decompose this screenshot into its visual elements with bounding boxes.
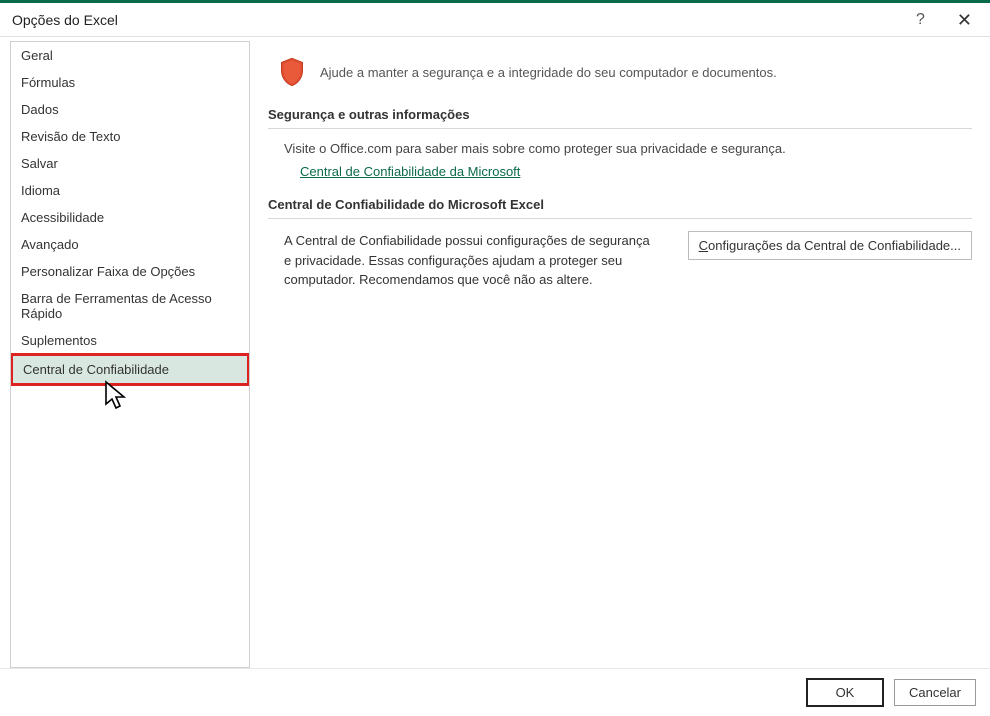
sidebar-item-accessibility[interactable]: Acessibilidade — [11, 204, 249, 231]
section-security-body: Visite o Office.com para saber mais sobr… — [268, 141, 972, 197]
footer: OK Cancelar — [0, 668, 990, 716]
sidebar-item-quick-access-toolbar[interactable]: Barra de Ferramentas de Acesso Rápido — [11, 285, 249, 327]
security-info-text: Visite o Office.com para saber mais sobr… — [284, 141, 972, 156]
sidebar-item-label: Geral — [21, 48, 53, 63]
sidebar-item-label: Idioma — [21, 183, 60, 198]
sidebar-item-trust-center[interactable]: Central de Confiabilidade — [10, 353, 250, 386]
sidebar-item-label: Barra de Ferramentas de Acesso Rápido — [21, 291, 212, 321]
sidebar: Geral Fórmulas Dados Revisão de Texto Sa… — [10, 41, 250, 668]
content-area: Ajude a manter a segurança e a integrida… — [266, 41, 980, 668]
button-mnemonic: C — [699, 238, 708, 253]
close-icon[interactable]: ✕ — [949, 7, 980, 33]
titlebar-controls: ? ✕ — [912, 7, 980, 33]
sidebar-item-label: Salvar — [21, 156, 58, 171]
button-label-rest: onfigurações da Central de Confiabilidad… — [708, 238, 961, 253]
cancel-button[interactable]: Cancelar — [894, 679, 976, 706]
section-trust-center-title: Central de Confiabilidade do Microsoft E… — [268, 197, 972, 219]
sidebar-item-save[interactable]: Salvar — [11, 150, 249, 177]
body-area: Geral Fórmulas Dados Revisão de Texto Sa… — [0, 37, 990, 668]
ms-trust-center-link[interactable]: Central de Confiabilidade da Microsoft — [300, 164, 520, 179]
sidebar-item-general[interactable]: Geral — [11, 42, 249, 69]
trust-center-description: A Central de Confiabilidade possui confi… — [284, 231, 660, 290]
help-icon[interactable]: ? — [912, 7, 929, 33]
sidebar-item-label: Avançado — [21, 237, 79, 252]
section-trust-center-body: A Central de Confiabilidade possui confi… — [268, 231, 972, 308]
sidebar-item-label: Acessibilidade — [21, 210, 104, 225]
sidebar-item-advanced[interactable]: Avançado — [11, 231, 249, 258]
shield-icon — [278, 57, 306, 87]
sidebar-item-label: Suplementos — [21, 333, 97, 348]
sidebar-item-proofing[interactable]: Revisão de Texto — [11, 123, 249, 150]
ok-button[interactable]: OK — [806, 678, 884, 707]
sidebar-item-formulas[interactable]: Fórmulas — [11, 69, 249, 96]
trust-row: A Central de Confiabilidade possui confi… — [284, 231, 972, 290]
sidebar-item-label: Personalizar Faixa de Opções — [21, 264, 195, 279]
banner: Ajude a manter a segurança e a integrida… — [268, 51, 972, 107]
options-window: Opções do Excel ? ✕ Geral Fórmulas Dados… — [0, 0, 990, 716]
titlebar: Opções do Excel ? ✕ — [0, 3, 990, 37]
sidebar-item-addins[interactable]: Suplementos — [11, 327, 249, 354]
window-title: Opções do Excel — [12, 12, 912, 28]
section-security-title: Segurança e outras informações — [268, 107, 972, 129]
sidebar-item-customize-ribbon[interactable]: Personalizar Faixa de Opções — [11, 258, 249, 285]
sidebar-item-label: Fórmulas — [21, 75, 75, 90]
sidebar-item-language[interactable]: Idioma — [11, 177, 249, 204]
trust-center-settings-button[interactable]: Configurações da Central de Confiabilida… — [688, 231, 972, 260]
banner-text: Ajude a manter a segurança e a integrida… — [320, 65, 777, 80]
sidebar-item-label: Revisão de Texto — [21, 129, 121, 144]
sidebar-item-label: Dados — [21, 102, 59, 117]
sidebar-item-data[interactable]: Dados — [11, 96, 249, 123]
sidebar-item-label: Central de Confiabilidade — [23, 362, 169, 377]
